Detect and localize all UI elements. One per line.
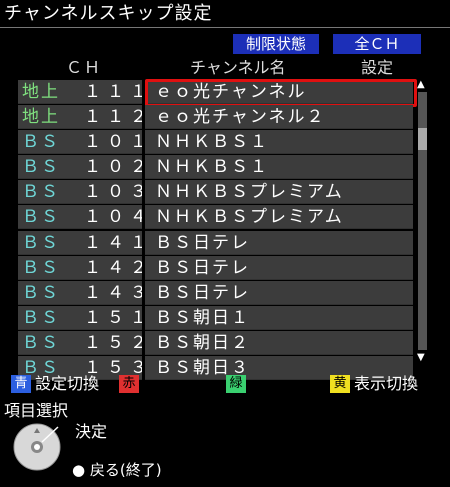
channel-name: ＮＨＫＢＳ１ xyxy=(155,157,269,178)
channel-type: ＢＳ xyxy=(22,232,60,253)
channel-row[interactable]: 地上Ｄ１１１ｅｏ光チャンネル xyxy=(18,79,417,124)
page-title: チャンネルスキップ設定 xyxy=(4,3,213,24)
all-channels-button[interactable]: 全ＣＨ xyxy=(333,34,421,54)
channel-row[interactable]: ＢＳ １４１ ＢＳ日テレ xyxy=(18,230,413,256)
channel-name: ＢＳ朝日１ xyxy=(155,307,250,328)
channel-type: ＢＳ xyxy=(22,257,60,278)
scroll-down-icon[interactable]: ▼ xyxy=(417,352,425,363)
column-header-ch: ＣＨ xyxy=(66,58,103,77)
channel-row[interactable]: ＢＳ １０１ ＮＨＫＢＳ１ xyxy=(18,130,413,156)
scroll-up-icon[interactable]: ▲ xyxy=(417,79,425,90)
channel-name: ＮＨＫＢＳプレミアム xyxy=(155,207,344,228)
channel-name: ＢＳ朝日２ xyxy=(155,332,250,353)
blue-key[interactable]: 青 xyxy=(11,375,31,393)
row-divider xyxy=(142,180,145,205)
row-divider xyxy=(142,205,145,230)
channel-row[interactable]: ＢＳ １０４ ＮＨＫＢＳプレミアム xyxy=(18,205,413,231)
row-divider xyxy=(142,305,145,330)
channel-row[interactable]: ＢＳ １０３ ＮＨＫＢＳプレミアム xyxy=(18,180,413,206)
row-divider xyxy=(142,255,145,280)
back-label: ● 戻る(終了) xyxy=(72,461,162,479)
yellow-key-label: 表示切換 xyxy=(354,374,419,393)
yellow-key[interactable]: 黄 xyxy=(330,375,350,393)
channel-name: ＮＨＫＢＳ１ xyxy=(155,132,269,153)
channel-row[interactable]: ＢＳ １４３ ＢＳ日テレ xyxy=(18,280,413,306)
row-divider xyxy=(142,105,145,130)
row-divider xyxy=(142,230,145,255)
row-divider xyxy=(142,330,145,355)
column-header-name: チャンネル名 xyxy=(190,58,286,77)
channel-row[interactable]: ＢＳ １０２ ＮＨＫＢＳ１ xyxy=(18,155,413,181)
row-divider xyxy=(142,130,145,155)
channel-row[interactable]: ＢＳ １５１ ＢＳ朝日１ xyxy=(18,305,413,331)
row-divider xyxy=(142,155,145,180)
channel-list: 地上Ｄ１１１ｅｏ光チャンネル地上Ｄ１１２ｅｏ光チャンネル２ＢＳ１０１ＮＨＫＢＳ１… xyxy=(18,79,417,382)
limit-status-button[interactable]: 制限状態 xyxy=(233,34,319,54)
channel-type: ＢＳ xyxy=(22,132,60,153)
channel-type: ＢＳ xyxy=(22,157,60,178)
channel-name: ＢＳ日テレ xyxy=(155,257,250,278)
channel-name: ＢＳ日テレ xyxy=(155,282,250,303)
row-divider xyxy=(142,356,145,381)
column-header-setting: 設定 xyxy=(361,58,394,77)
channel-row[interactable]: ＢＳ １５２ ＢＳ朝日２ xyxy=(18,330,413,356)
channel-type: ＢＳ xyxy=(22,207,60,228)
channel-type: ＢＳ xyxy=(22,182,60,203)
channel-name: ＢＳ日テレ xyxy=(155,232,250,253)
channel-row[interactable]: 地上Ｄ１１２ｅｏ光チャンネル２ xyxy=(18,105,413,149)
channel-type: ＢＳ xyxy=(22,282,60,303)
channel-row[interactable]: ＢＳ １４２ ＢＳ日テレ xyxy=(18,255,413,281)
ok-label: 決定 xyxy=(75,422,108,441)
green-key[interactable]: 緑 xyxy=(226,375,246,393)
scrollbar-thumb[interactable] xyxy=(418,128,427,150)
selection-cursor xyxy=(145,79,417,107)
channel-name: ＮＨＫＢＳプレミアム xyxy=(155,182,344,203)
channel-name: ｅｏ光チャンネル２ xyxy=(155,107,326,128)
channel-type: ＢＳ xyxy=(22,307,60,328)
channel-type: ＢＳ xyxy=(22,332,60,353)
dpad-icon xyxy=(13,423,61,471)
row-divider xyxy=(142,280,145,305)
red-key[interactable]: 赤 xyxy=(119,375,139,393)
title-divider xyxy=(0,27,450,28)
item-select-label: 項目選択 xyxy=(4,401,69,420)
blue-key-label: 設定切換 xyxy=(35,374,100,393)
